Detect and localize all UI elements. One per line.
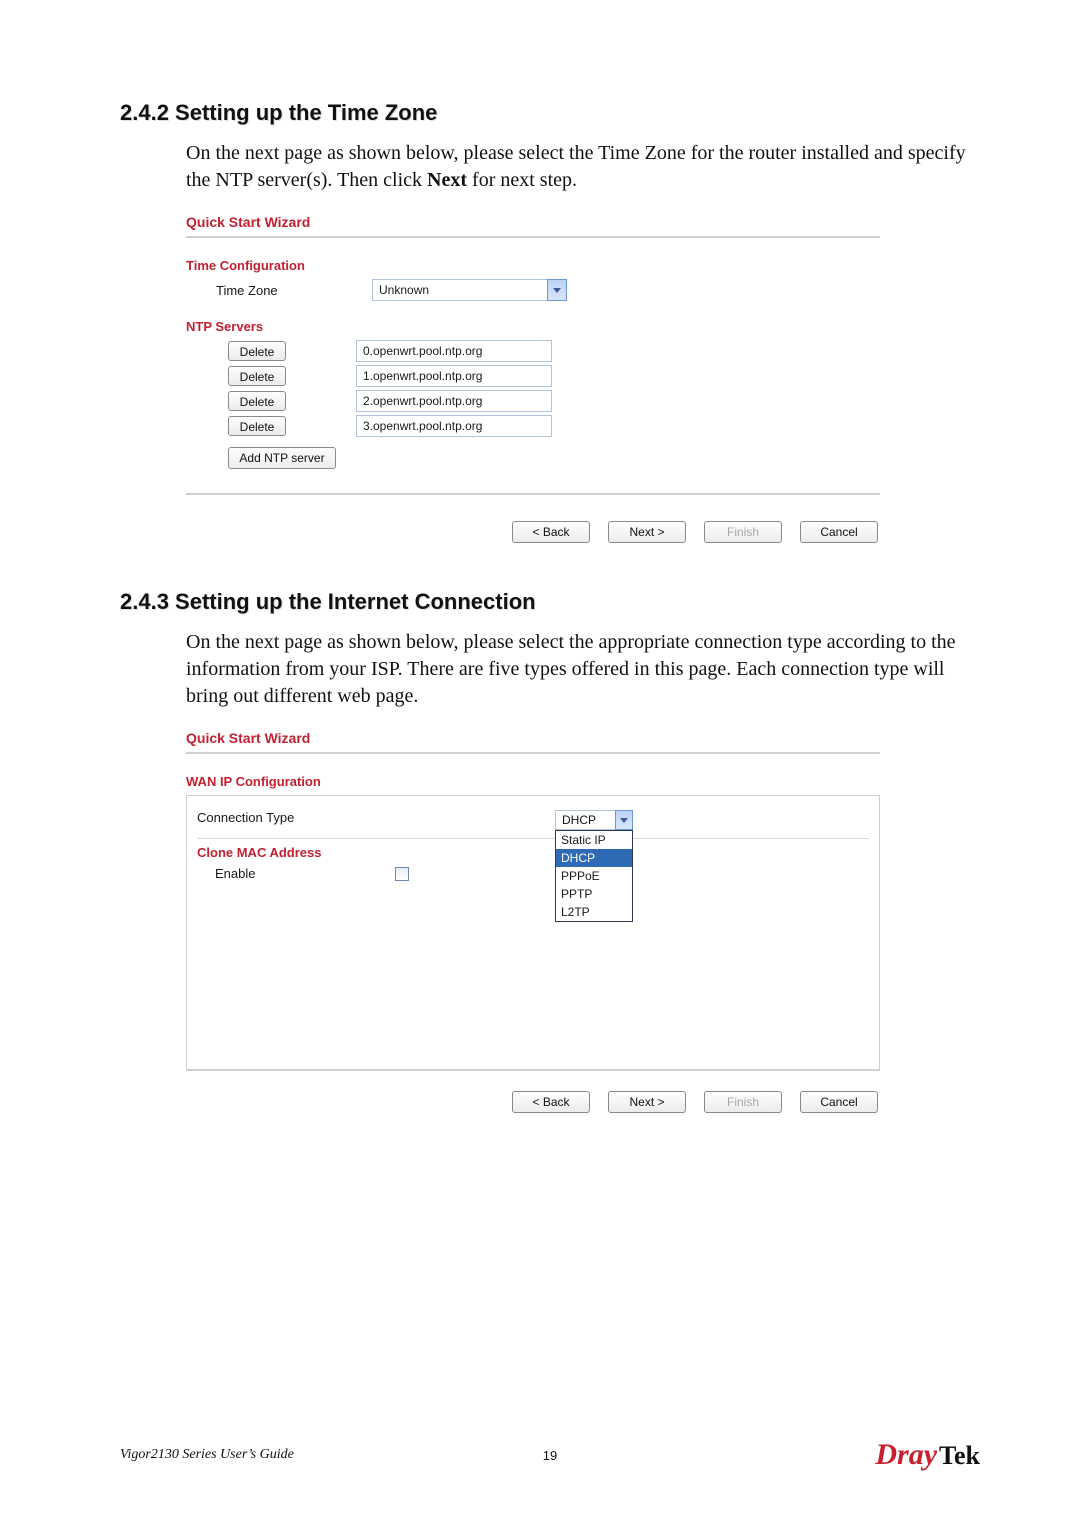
- dropdown-option-pppoe[interactable]: PPPoE: [556, 867, 632, 885]
- divider: [186, 752, 880, 754]
- dropdown-option-l2tp[interactable]: L2TP: [556, 903, 632, 921]
- finish-button: Finish: [704, 521, 782, 543]
- delete-button[interactable]: Delete: [228, 341, 286, 361]
- wizard-button-bar: < Back Next > Finish Cancel: [186, 515, 880, 543]
- footer-page-number: 19: [543, 1448, 557, 1463]
- dropdown-option-dhcp[interactable]: DHCP: [556, 849, 632, 867]
- text: for next step.: [467, 169, 577, 191]
- brand-logo: Dray Tek: [875, 1438, 980, 1472]
- enable-label: Enable: [215, 866, 385, 881]
- timezone-select-value: Unknown: [372, 279, 547, 301]
- wizard-section-label: WAN IP Configuration: [186, 774, 880, 789]
- footer-guide-title: Vigor2130 Series User’s Guide: [120, 1447, 294, 1463]
- chevron-down-icon[interactable]: [547, 279, 567, 301]
- section-heading-243: 2.4.3 Setting up the Internet Connection: [120, 589, 980, 615]
- brand-text-tek: Tek: [939, 1441, 980, 1471]
- section-paragraph-243: On the next page as shown below, please …: [186, 629, 980, 710]
- ntp-row: Delete 0.openwrt.pool.ntp.org: [216, 340, 880, 362]
- ntp-row: Delete 1.openwrt.pool.ntp.org: [216, 365, 880, 387]
- ntp-row: Delete 2.openwrt.pool.ntp.org: [216, 390, 880, 412]
- dropdown-option-static-ip[interactable]: Static IP: [556, 831, 632, 849]
- ntp-server-input[interactable]: 3.openwrt.pool.ntp.org: [356, 415, 552, 437]
- cancel-button[interactable]: Cancel: [800, 521, 878, 543]
- ntp-servers-heading: NTP Servers: [186, 319, 880, 334]
- wizard-button-bar: < Back Next > Finish Cancel: [186, 1085, 880, 1113]
- timezone-select[interactable]: Unknown: [372, 279, 567, 301]
- wizard-title: Quick Start Wizard: [186, 728, 880, 752]
- section-paragraph-242: On the next page as shown below, please …: [186, 140, 980, 194]
- delete-button[interactable]: Delete: [228, 391, 286, 411]
- wizard-wan-config: Quick Start Wizard WAN IP Configuration …: [186, 728, 880, 1113]
- ntp-server-input[interactable]: 0.openwrt.pool.ntp.org: [356, 340, 552, 362]
- delete-button[interactable]: Delete: [228, 416, 286, 436]
- add-ntp-server-button[interactable]: Add NTP server: [228, 447, 336, 469]
- connection-type-label: Connection Type: [197, 810, 547, 825]
- wizard-section-label: Time Configuration: [186, 258, 880, 273]
- connection-type-value: DHCP: [555, 810, 615, 830]
- back-button[interactable]: < Back: [512, 1091, 590, 1113]
- ntp-server-input[interactable]: 1.openwrt.pool.ntp.org: [356, 365, 552, 387]
- divider: [186, 1069, 880, 1071]
- enable-checkbox[interactable]: [395, 867, 409, 881]
- section-heading-242: 2.4.2 Setting up the Time Zone: [120, 100, 980, 126]
- clone-mac-heading: Clone MAC Address: [197, 845, 869, 860]
- next-button[interactable]: Next >: [608, 1091, 686, 1113]
- timezone-label: Time Zone: [216, 283, 316, 298]
- text-bold-next: Next: [427, 169, 467, 191]
- delete-button[interactable]: Delete: [228, 366, 286, 386]
- wizard-time-config: Quick Start Wizard Time Configuration Ti…: [186, 212, 880, 543]
- divider: [186, 493, 880, 495]
- wizard-title: Quick Start Wizard: [186, 212, 880, 236]
- ntp-server-input[interactable]: 2.openwrt.pool.ntp.org: [356, 390, 552, 412]
- connection-type-select[interactable]: DHCP: [555, 810, 633, 830]
- dropdown-option-pptp[interactable]: PPTP: [556, 885, 632, 903]
- back-button[interactable]: < Back: [512, 521, 590, 543]
- page-footer: Vigor2130 Series User’s Guide 19 Dray Te…: [120, 1438, 980, 1472]
- next-button[interactable]: Next >: [608, 521, 686, 543]
- wan-panel: Connection Type DHCP Static IP DHCP PPPo…: [186, 795, 880, 1069]
- divider: [186, 236, 880, 238]
- brand-text-dray: Dray: [875, 1438, 937, 1472]
- finish-button: Finish: [704, 1091, 782, 1113]
- ntp-row: Delete 3.openwrt.pool.ntp.org: [216, 415, 880, 437]
- connection-type-dropdown[interactable]: Static IP DHCP PPPoE PPTP L2TP: [555, 830, 633, 922]
- cancel-button[interactable]: Cancel: [800, 1091, 878, 1113]
- chevron-down-icon[interactable]: [615, 810, 633, 830]
